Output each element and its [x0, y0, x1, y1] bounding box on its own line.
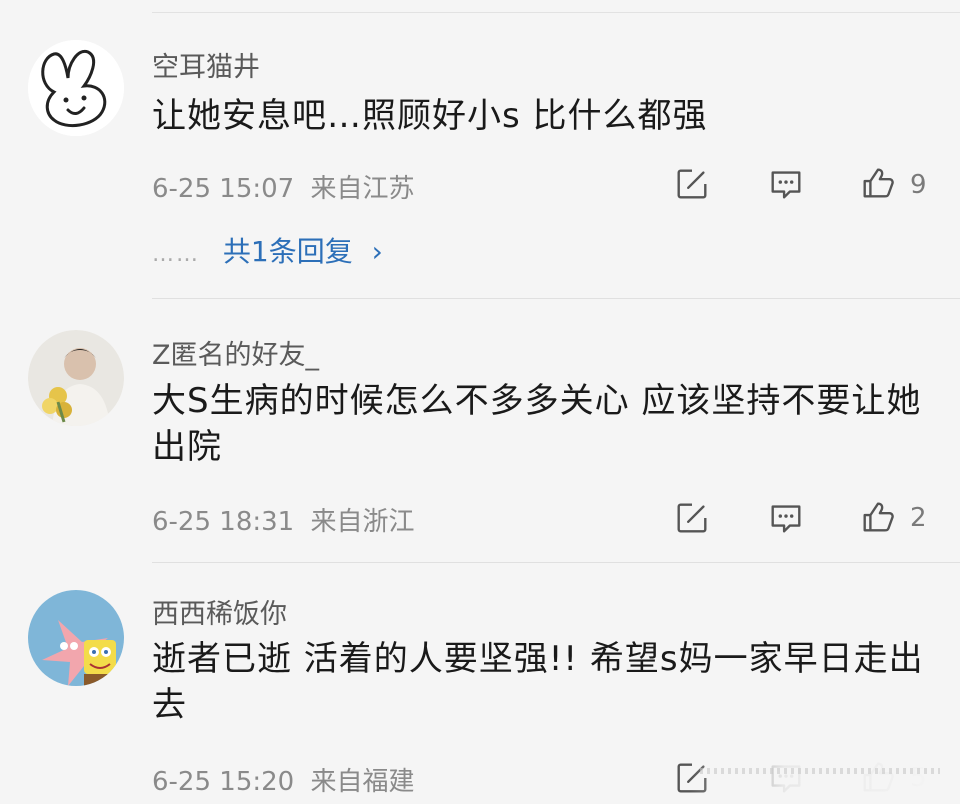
avatar[interactable]	[28, 40, 124, 136]
comment-text: 让她安息吧…照顾好小s 比什么都强	[152, 96, 708, 136]
watermark-overlay	[690, 744, 960, 804]
comment-meta: 6-25 18:31 来自浙江	[152, 501, 414, 538]
comment-icon	[771, 505, 801, 533]
reply-button[interactable]	[766, 498, 806, 538]
cartoon-avatar-icon	[28, 590, 124, 686]
replies-dots: ……	[152, 242, 200, 267]
like-button[interactable]	[858, 163, 898, 203]
comment-text: 大S生病的时候怎么不多多关心 应该坚持不要让她出院	[152, 381, 922, 467]
like-count: 2	[910, 503, 927, 533]
replies-label: 共1条回复	[222, 235, 353, 268]
repost-button[interactable]	[672, 498, 712, 538]
comment-location: 来自江苏	[310, 174, 415, 204]
divider	[152, 298, 960, 299]
comment-meta: 6-25 15:07 来自江苏	[152, 168, 414, 205]
comment-text: 逝者已逝 活着的人要坚强!! 希望s妈一家早日走出去	[152, 639, 924, 725]
like-count: 9	[910, 170, 927, 200]
view-replies-link[interactable]: …… 共1条回复 ›	[152, 230, 383, 270]
comment-location: 来自福建	[310, 767, 415, 797]
edit-icon	[677, 503, 707, 533]
like-button[interactable]	[858, 497, 898, 537]
avatar[interactable]	[28, 330, 124, 426]
rabbit-avatar-icon	[28, 40, 124, 136]
watermark-strip	[700, 768, 940, 774]
avatar[interactable]	[28, 590, 124, 686]
username[interactable]: 空耳猫井	[152, 45, 260, 84]
person-photo-icon	[28, 330, 124, 426]
username[interactable]: 西西稀饭你	[152, 592, 287, 631]
thumbs-up-icon	[863, 168, 894, 198]
comment-icon	[771, 171, 801, 199]
comment-meta: 6-25 15:20 来自福建	[152, 761, 414, 798]
comment-time: 6-25 18:31	[152, 507, 295, 537]
comment-location: 来自浙江	[310, 507, 415, 537]
repost-button[interactable]	[672, 164, 712, 204]
edit-icon	[677, 169, 707, 199]
divider	[152, 562, 960, 563]
comment-time: 6-25 15:07	[152, 174, 295, 204]
reply-button[interactable]	[766, 164, 806, 204]
top-divider	[152, 12, 960, 13]
chevron-right-icon: ›	[371, 235, 383, 268]
thumbs-up-icon	[863, 502, 894, 532]
comment-time: 6-25 15:20	[152, 767, 295, 797]
username[interactable]: Z匿名的好友_	[152, 333, 319, 372]
